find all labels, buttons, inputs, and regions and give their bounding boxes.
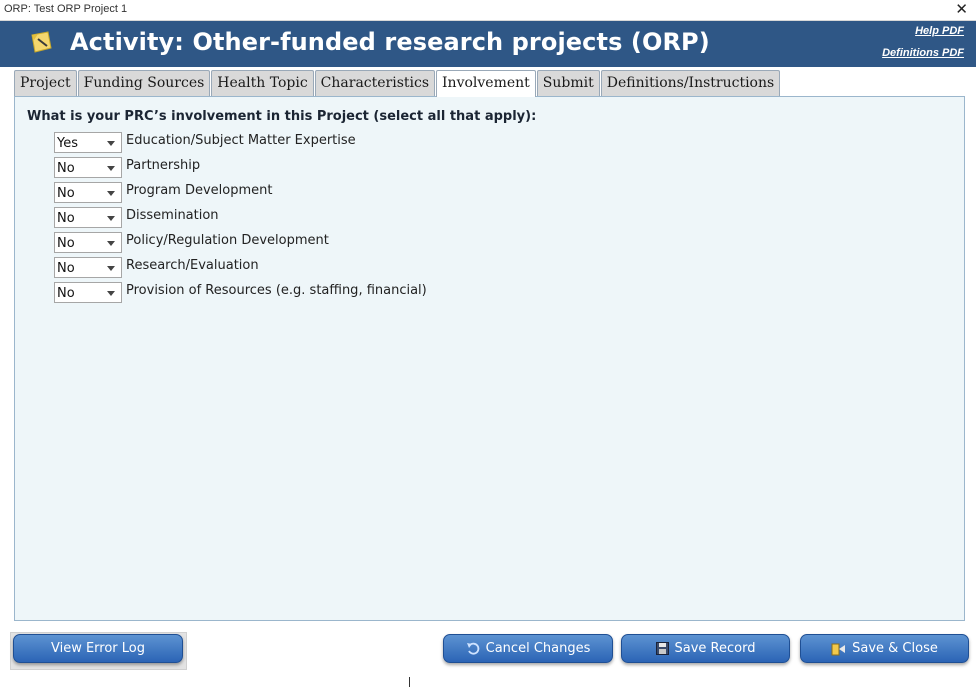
tab-bar: Project Funding Sources Health Topic Cha… (14, 70, 781, 97)
window-title: ORP: Test ORP Project 1 (4, 3, 128, 15)
involvement-label: Research/Evaluation (126, 258, 259, 273)
save-and-close-button[interactable]: Save & Close (800, 634, 969, 663)
select-value: Yes (57, 136, 78, 151)
involvement-label: Partnership (126, 158, 201, 173)
tab-involvement[interactable]: Involvement (436, 70, 536, 97)
chevron-down-icon (107, 141, 115, 146)
chevron-down-icon (107, 266, 115, 271)
view-error-log-button[interactable]: View Error Log (13, 634, 183, 663)
undo-icon (466, 642, 479, 655)
button-label: Save & Close (852, 641, 938, 656)
involvement-select-dissemination[interactable]: No (54, 207, 122, 228)
tab-definitions-instructions[interactable]: Definitions/Instructions (600, 70, 781, 96)
save-record-button[interactable]: Save Record (621, 634, 790, 663)
involvement-label: Education/Subject Matter Expertise (126, 133, 356, 148)
involvement-label: Policy/Regulation Development (126, 233, 329, 248)
tab-characteristics[interactable]: Characteristics (314, 70, 436, 96)
involvement-select-education[interactable]: Yes (54, 132, 122, 153)
select-value: No (57, 286, 75, 301)
involvement-select-partnership[interactable]: No (54, 157, 122, 178)
status-bar (0, 675, 976, 687)
form-header: Activity: Other-funded research projects… (0, 21, 976, 67)
involvement-label: Program Development (126, 183, 273, 198)
floppy-disk-icon (655, 642, 669, 655)
select-value: No (57, 211, 75, 226)
chevron-down-icon (107, 241, 115, 246)
chevron-down-icon (107, 166, 115, 171)
window-titlebar: ORP: Test ORP Project 1 ✕ (0, 0, 976, 21)
tab-funding-sources[interactable]: Funding Sources (77, 70, 211, 96)
select-value: No (57, 186, 75, 201)
involvement-select-resources[interactable]: No (54, 282, 122, 303)
tab-submit[interactable]: Submit (536, 70, 600, 96)
close-icon[interactable]: ✕ (955, 1, 968, 18)
involvement-label: Provision of Resources (e.g. staffing, f… (126, 283, 427, 298)
tab-project[interactable]: Project (14, 70, 77, 96)
involvement-select-policy[interactable]: No (54, 232, 122, 253)
definitions-pdf-link[interactable]: Definitions PDF (882, 47, 964, 59)
involvement-select-research[interactable]: No (54, 257, 122, 278)
button-label: Save Record (674, 641, 756, 656)
select-value: No (57, 261, 75, 276)
involvement-label: Dissemination (126, 208, 219, 223)
save-close-icon (831, 643, 846, 655)
select-value: No (57, 161, 75, 176)
involvement-question: What is your PRC’s involvement in this P… (27, 109, 537, 124)
cancel-changes-button[interactable]: Cancel Changes (443, 634, 613, 663)
involvement-select-program-development[interactable]: No (54, 182, 122, 203)
tab-health-topic[interactable]: Health Topic (211, 70, 314, 96)
status-divider (409, 677, 410, 687)
select-value: No (57, 236, 75, 251)
button-label: Cancel Changes (485, 641, 591, 656)
button-label: View Error Log (50, 641, 146, 656)
page-title: Activity: Other-funded research projects… (70, 28, 710, 56)
involvement-panel: What is your PRC’s involvement in this P… (14, 96, 965, 621)
help-pdf-link[interactable]: Help PDF (915, 25, 964, 37)
sticky-note-icon (31, 31, 52, 53)
chevron-down-icon (107, 216, 115, 221)
chevron-down-icon (107, 191, 115, 196)
chevron-down-icon (107, 291, 115, 296)
